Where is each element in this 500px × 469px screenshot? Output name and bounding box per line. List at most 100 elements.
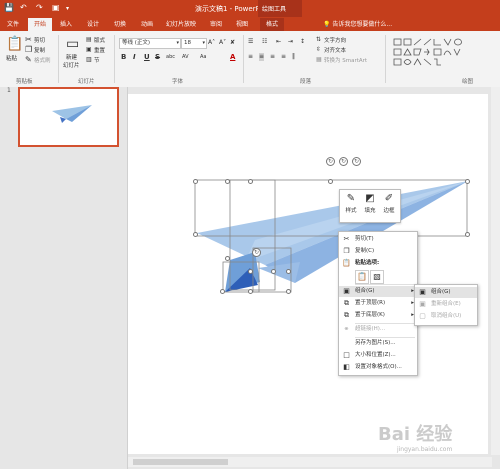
align-left-icon[interactable]: ≡ bbox=[248, 53, 253, 61]
paste-button-label[interactable]: 粘贴 bbox=[6, 54, 17, 62]
menu-item-format-object[interactable]: ◧ 设置对象格式(O)... bbox=[339, 362, 417, 373]
new-slide-icon[interactable]: ▭ bbox=[66, 37, 79, 51]
resize-handle[interactable] bbox=[286, 269, 291, 274]
slide-canvas[interactable]: ↻ ↻ ↻ ↻ bbox=[128, 94, 488, 454]
paste-icon[interactable]: 📋 bbox=[6, 37, 23, 51]
resize-handle[interactable] bbox=[193, 232, 198, 237]
horizontal-scrollbar[interactable] bbox=[128, 457, 492, 467]
undo-icon[interactable]: ↶ bbox=[20, 3, 27, 12]
menu-item-cut[interactable]: ✂ 剪切(T) bbox=[339, 234, 417, 245]
resize-handle[interactable] bbox=[248, 289, 253, 294]
menu-item-size-and-position[interactable]: □ 大小和位置(Z)... bbox=[339, 350, 417, 361]
tab-design[interactable]: 设计 bbox=[82, 18, 104, 31]
text-direction-icon[interactable]: ⇅ bbox=[316, 36, 321, 44]
resize-handle[interactable] bbox=[225, 179, 230, 184]
style-button[interactable]: ✎ 样式 bbox=[342, 192, 360, 220]
outline-button[interactable]: ✐ 边框 bbox=[380, 192, 398, 220]
font-size-dropdown[interactable]: 18 ▾ bbox=[181, 38, 207, 49]
rotate-handle-icon[interactable]: ↻ bbox=[352, 157, 361, 166]
cut-icon[interactable]: ✂ bbox=[25, 36, 32, 44]
section-icon[interactable]: ▥ bbox=[86, 56, 92, 64]
tell-me-box[interactable]: 💡 告诉我您想要做什么... bbox=[323, 18, 392, 31]
tab-home[interactable]: 开始 bbox=[28, 18, 52, 31]
tab-slideshow[interactable]: 幻灯片放映 bbox=[162, 18, 200, 31]
bold-button[interactable]: B bbox=[121, 53, 126, 61]
shrink-font-icon[interactable]: A˅ bbox=[219, 39, 226, 47]
bullets-icon[interactable]: ☰ bbox=[248, 38, 253, 46]
vertical-scrollbar[interactable] bbox=[491, 87, 500, 455]
resize-handle[interactable] bbox=[271, 269, 276, 274]
menu-item-save-as-picture[interactable]: 另存为图片(S)... bbox=[339, 338, 417, 349]
paper-plane-shape-group[interactable] bbox=[128, 94, 488, 454]
slide-thumbnail[interactable] bbox=[18, 87, 119, 147]
resize-handle[interactable] bbox=[248, 179, 253, 184]
tab-view[interactable]: 视图 bbox=[231, 18, 253, 31]
new-slide-button-line2[interactable]: 幻灯片 bbox=[63, 61, 80, 69]
tab-file[interactable]: 文件 bbox=[2, 18, 24, 31]
grow-font-icon[interactable]: A˄ bbox=[208, 39, 215, 47]
customize-qat-icon[interactable]: ▾ bbox=[66, 5, 69, 12]
resize-handle[interactable] bbox=[220, 289, 225, 294]
text-direction-button[interactable]: 文字方向 bbox=[324, 36, 346, 44]
menu-item-group[interactable]: ▣ 组合(G) ▸ bbox=[339, 286, 417, 297]
resize-handle[interactable] bbox=[225, 256, 230, 261]
smartart-icon[interactable]: ▦ bbox=[316, 56, 322, 64]
resize-handle[interactable] bbox=[465, 232, 470, 237]
layout-button[interactable]: 版式 bbox=[94, 36, 105, 44]
convert-smartart-button[interactable]: 转换为 SmartArt bbox=[324, 56, 367, 64]
underline-button[interactable]: U bbox=[144, 53, 150, 61]
start-from-beginning-icon[interactable]: ▣ bbox=[52, 3, 60, 12]
save-icon[interactable]: 💾 bbox=[4, 3, 14, 12]
reset-icon[interactable]: ▣ bbox=[86, 46, 92, 54]
format-painter-icon[interactable]: ✎ bbox=[25, 56, 32, 64]
resize-handle[interactable] bbox=[328, 179, 333, 184]
section-button[interactable]: 节 bbox=[94, 56, 100, 64]
menu-item-send-to-back[interactable]: ⧉ 置于底层(K) ▸ bbox=[339, 310, 417, 321]
submenu-item-group[interactable]: ▣ 组合(G) bbox=[415, 287, 477, 298]
font-color-button[interactable]: A bbox=[230, 53, 235, 61]
numbering-icon[interactable]: ☷ bbox=[262, 38, 267, 46]
align-text-button[interactable]: 对齐文本 bbox=[324, 46, 346, 54]
columns-icon[interactable]: ‖ bbox=[292, 53, 295, 61]
rotate-handle-icon[interactable]: ↻ bbox=[252, 248, 261, 257]
tab-format[interactable]: 格式 bbox=[260, 18, 284, 31]
menu-item-copy[interactable]: ❐ 复制(C) bbox=[339, 246, 417, 257]
new-slide-button[interactable]: 新建 bbox=[66, 53, 77, 61]
reset-button[interactable]: 重置 bbox=[94, 46, 105, 54]
increase-indent-icon[interactable]: ⇥ bbox=[288, 38, 293, 46]
align-center-icon[interactable]: ≡ bbox=[259, 53, 265, 61]
clear-formatting-icon[interactable]: ✘ bbox=[230, 39, 235, 47]
character-spacing-button[interactable]: AV bbox=[182, 54, 189, 60]
justify-icon[interactable]: ≡ bbox=[281, 53, 286, 61]
shapes-gallery[interactable] bbox=[392, 37, 472, 69]
layout-icon[interactable]: ▤ bbox=[86, 36, 92, 44]
paste-use-destination-icon[interactable]: 📋 bbox=[355, 270, 369, 284]
strikethrough-button[interactable]: S bbox=[155, 53, 160, 61]
resize-handle[interactable] bbox=[193, 179, 198, 184]
cut-button[interactable]: 剪切 bbox=[34, 36, 45, 44]
rotate-handle-icon[interactable]: ↻ bbox=[326, 157, 335, 166]
resize-handle[interactable] bbox=[286, 289, 291, 294]
menu-item-bring-to-front[interactable]: ⧉ 置于顶层(R) ▸ bbox=[339, 298, 417, 309]
tab-transitions[interactable]: 切换 bbox=[109, 18, 131, 31]
format-painter-button[interactable]: 格式刷 bbox=[34, 56, 51, 64]
align-text-icon[interactable]: ⇳ bbox=[316, 46, 321, 54]
paste-as-picture-icon[interactable]: ▧ bbox=[370, 270, 384, 284]
redo-icon[interactable]: ↷ bbox=[36, 3, 43, 12]
align-right-icon[interactable]: ≡ bbox=[270, 53, 275, 61]
italic-button[interactable]: I bbox=[133, 53, 136, 61]
resize-handle[interactable] bbox=[248, 269, 253, 274]
resize-handle[interactable] bbox=[465, 179, 470, 184]
copy-icon[interactable]: ❐ bbox=[25, 46, 32, 54]
shadow-button[interactable]: abc bbox=[166, 54, 175, 60]
line-spacing-icon[interactable]: ↕ bbox=[300, 38, 305, 46]
decrease-indent-icon[interactable]: ⇤ bbox=[276, 38, 281, 46]
copy-button[interactable]: 复制 bbox=[34, 46, 45, 54]
tab-animations[interactable]: 动画 bbox=[136, 18, 158, 31]
fill-button[interactable]: ◩ 填充 bbox=[361, 192, 379, 220]
change-case-button[interactable]: Aa bbox=[200, 54, 206, 60]
tab-insert[interactable]: 插入 bbox=[55, 18, 77, 31]
rotate-handle-icon[interactable]: ↻ bbox=[339, 157, 348, 166]
tab-review[interactable]: 审阅 bbox=[205, 18, 227, 31]
scrollbar-thumb[interactable] bbox=[133, 459, 228, 465]
